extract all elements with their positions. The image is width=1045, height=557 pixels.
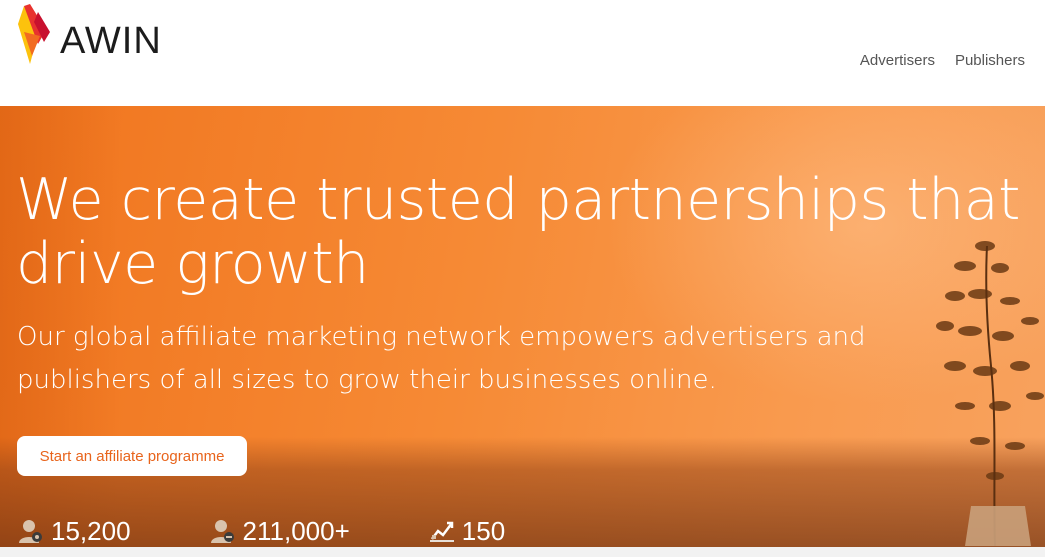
- site-header: AWIN Advertisers Publishers: [0, 0, 1045, 106]
- stats-bar: 15,200 211,000+ 150: [17, 511, 583, 547]
- stat-value: 211,000+: [242, 515, 350, 546]
- hero-banner: We create trusted partnerships that driv…: [0, 106, 1045, 547]
- advertiser-person-icon: [19, 520, 42, 543]
- publisher-person-icon: [210, 520, 234, 543]
- growth-chart-icon: [429, 521, 454, 542]
- stat-publishers: 211,000+: [209, 516, 350, 547]
- subhead-line-1: Our global affiliate marketing network e…: [17, 322, 866, 352]
- nav-advertisers[interactable]: Advertisers: [860, 52, 935, 69]
- page-bottom-band: [0, 547, 1045, 557]
- headline-line-1: We create trusted partnerships that: [16, 167, 1021, 233]
- stat-value: 150: [461, 515, 506, 546]
- subhead-line-2: publishers of all sizes to grow their bu…: [17, 365, 717, 395]
- awin-logo[interactable]: AWIN: [16, 2, 186, 72]
- start-programme-button[interactable]: Start an affiliate programme: [17, 436, 247, 476]
- main-nav: Advertisers Publishers: [860, 52, 1025, 69]
- awin-flame-icon: [18, 4, 50, 64]
- stat-countries: 150: [428, 516, 505, 547]
- headline-line-2: drive growth: [16, 231, 369, 297]
- hero-headline: We create trusted partnerships that driv…: [16, 168, 1045, 296]
- brand-name: AWIN: [60, 19, 162, 62]
- hero-subheading: Our global affiliate marketing network e…: [17, 316, 877, 402]
- nav-publishers[interactable]: Publishers: [955, 52, 1025, 69]
- stat-advertisers: 15,200: [17, 516, 131, 547]
- stat-value: 15,200: [51, 515, 131, 546]
